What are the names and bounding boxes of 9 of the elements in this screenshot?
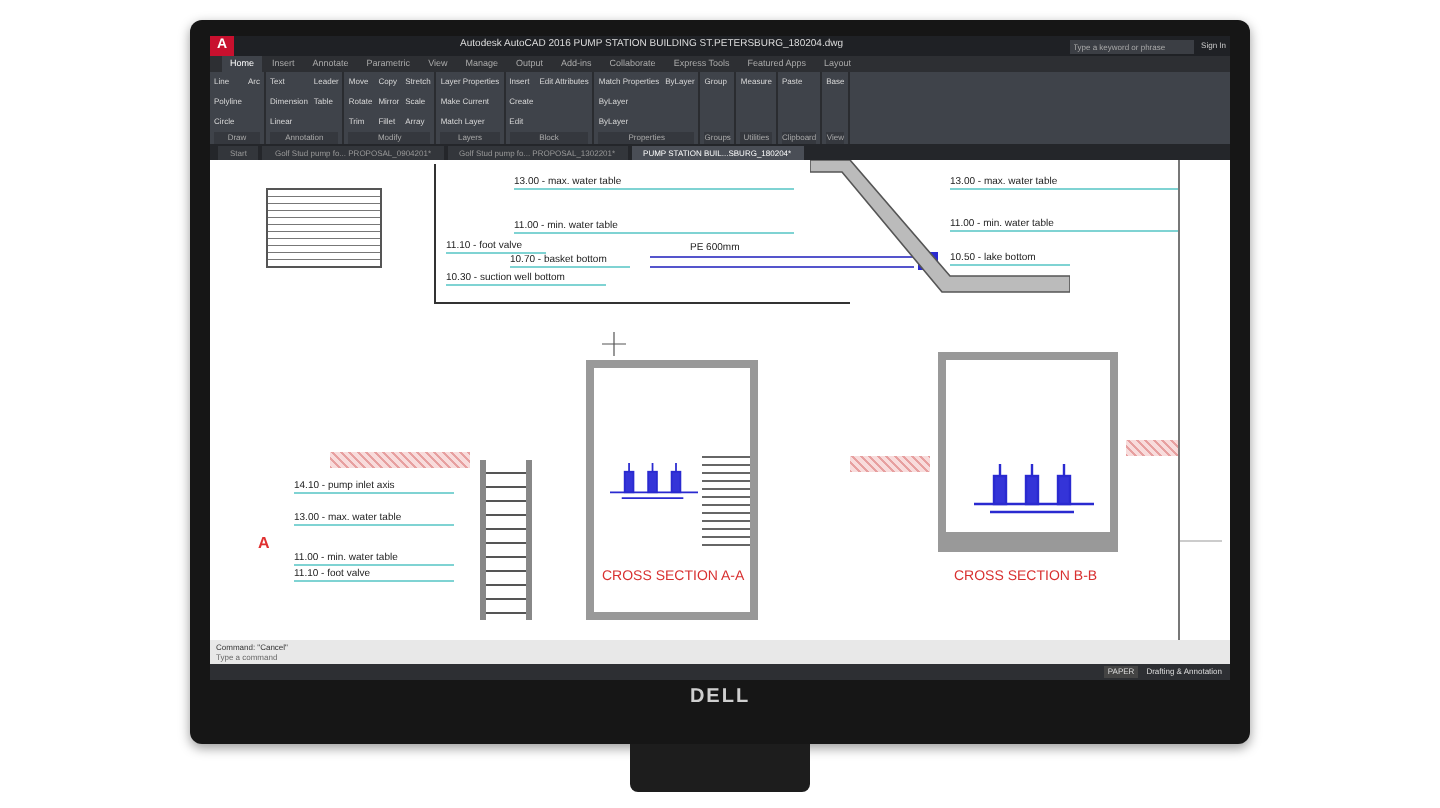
ground-hatch [850,456,930,472]
brand-logo: DELL [689,688,751,708]
section-marker: A [258,532,270,556]
stair-drawing [702,450,750,550]
schedule-table [266,188,382,268]
ground-hatch [1126,440,1182,456]
crosshair-icon [602,332,626,356]
ground-hatch [330,452,470,468]
pump-drawing [610,460,698,504]
